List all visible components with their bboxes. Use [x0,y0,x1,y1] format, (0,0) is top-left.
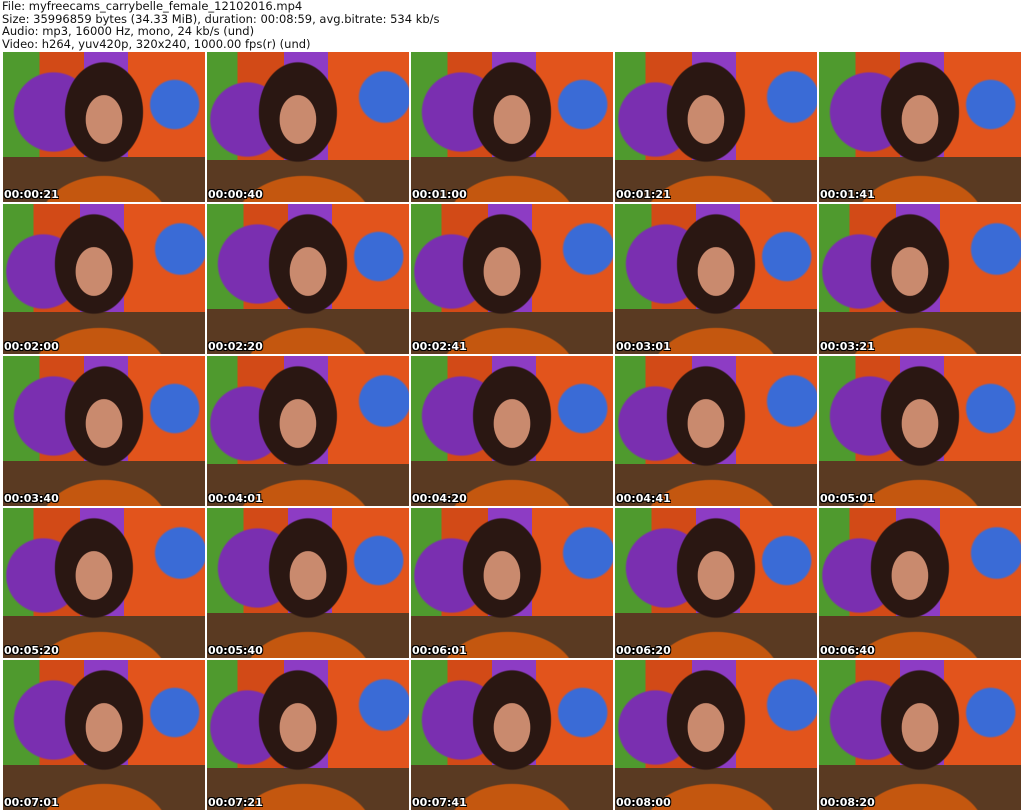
thumbnail-timestamp: 00:01:21 [616,188,671,201]
video-thumbnail: 00:01:21 [615,52,817,202]
video-thumbnail: 00:06:20 [615,508,817,658]
thumbnail-timestamp: 00:05:40 [208,644,263,657]
thumbnail-timestamp: 00:02:00 [4,340,59,353]
video-thumbnail: 00:08:00 [615,660,817,810]
file-info-header: File: myfreecams_carrybelle_female_12102… [2,0,440,50]
video-thumbnail: 00:04:41 [615,356,817,506]
thumbnail-timestamp: 00:08:20 [820,796,875,809]
video-thumbnail: 00:01:00 [411,52,613,202]
video-thumbnail: 00:05:20 [3,508,205,658]
video-thumbnail: 00:00:21 [3,52,205,202]
thumbnail-timestamp: 00:02:20 [208,340,263,353]
video-thumbnail: 00:03:40 [3,356,205,506]
video-thumbnail: 00:06:40 [819,508,1021,658]
video-thumbnail: 00:03:01 [615,204,817,354]
thumbnail-timestamp: 00:04:20 [412,492,467,505]
thumbnail-timestamp: 00:07:41 [412,796,467,809]
thumbnail-timestamp: 00:03:21 [820,340,875,353]
video-thumbnail: 00:04:01 [207,356,409,506]
video-thumbnail: 00:05:01 [819,356,1021,506]
video-info: Video: h264, yuv420p, 320x240, 1000.00 f… [2,36,311,51]
video-thumbnail: 00:06:01 [411,508,613,658]
thumbnail-timestamp: 00:02:41 [412,340,467,353]
video-thumbnail: 00:02:20 [207,204,409,354]
thumbnail-timestamp: 00:04:41 [616,492,671,505]
video-thumbnail: 00:08:20 [819,660,1021,810]
file-name: File: myfreecams_carrybelle_female_12102… [2,0,303,13]
thumbnail-timestamp: 00:01:41 [820,188,875,201]
thumbnail-timestamp: 00:03:40 [4,492,59,505]
thumbnail-timestamp: 00:00:40 [208,188,263,201]
video-thumbnail: 00:01:41 [819,52,1021,202]
video-thumbnail: 00:00:40 [207,52,409,202]
thumbnail-timestamp: 00:05:20 [4,644,59,657]
thumbnail-timestamp: 00:04:01 [208,492,263,505]
video-thumbnail: 00:04:20 [411,356,613,506]
thumbnail-timestamp: 00:06:20 [616,644,671,657]
thumbnail-timestamp: 00:07:21 [208,796,263,809]
video-thumbnail: 00:03:21 [819,204,1021,354]
video-thumbnail: 00:02:41 [411,204,613,354]
video-thumbnail: 00:07:41 [411,660,613,810]
thumbnail-timestamp: 00:01:00 [412,188,467,201]
thumbnail-timestamp: 00:06:01 [412,644,467,657]
thumbnail-timestamp: 00:06:40 [820,644,875,657]
thumbnail-timestamp: 00:03:01 [616,340,671,353]
thumbnail-timestamp: 00:08:00 [616,796,671,809]
video-thumbnail: 00:07:01 [3,660,205,810]
video-thumbnail: 00:07:21 [207,660,409,810]
thumbnail-timestamp: 00:00:21 [4,188,59,201]
video-thumbnail: 00:05:40 [207,508,409,658]
thumbnail-grid: 00:00:21 00:00:40 00:01:00 00:01:21 00:01:41… [3,52,1021,810]
thumbnail-timestamp: 00:05:01 [820,492,875,505]
video-thumbnail: 00:02:00 [3,204,205,354]
thumbnail-timestamp: 00:07:01 [4,796,59,809]
audio-info: Audio: mp3, 16000 Hz, mono, 24 kb/s (und… [2,24,255,38]
